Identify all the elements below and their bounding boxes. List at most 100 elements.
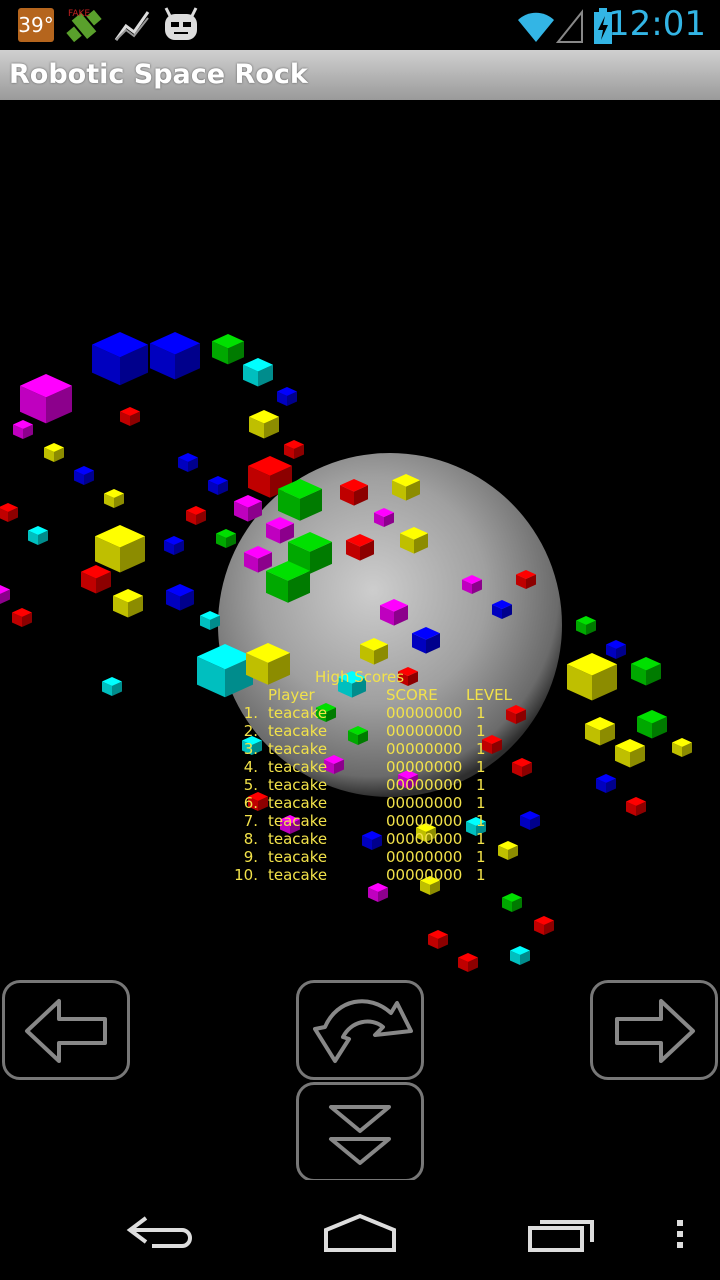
cube	[92, 332, 148, 386]
score-level: 1	[476, 740, 486, 758]
score-player: teacake	[268, 776, 328, 794]
clock: 12:01	[608, 4, 706, 44]
cube	[631, 657, 661, 686]
score-rank: 8.	[243, 830, 258, 848]
score-rank: 1.	[243, 704, 258, 722]
cube	[249, 410, 279, 439]
cube	[178, 453, 198, 472]
cube	[166, 584, 194, 611]
cube	[510, 946, 530, 965]
score-row: 2. teacake 00000000 1	[230, 722, 530, 740]
score-player: teacake	[268, 812, 328, 830]
hyperspace-button[interactable]	[296, 1082, 424, 1182]
cube	[277, 387, 297, 406]
header-level: LEVEL	[466, 686, 512, 704]
temperature-badge: 39°	[18, 8, 54, 42]
cube	[212, 334, 244, 365]
score-level: 1	[476, 866, 486, 884]
cube	[102, 677, 122, 696]
score-row: 3. teacake 00000000 1	[230, 740, 530, 758]
menu-overflow-icon[interactable]	[670, 1198, 690, 1258]
cube	[637, 710, 667, 739]
cube	[120, 407, 140, 426]
thrust-curved-arrow-icon	[313, 999, 413, 1063]
rotate-right-button[interactable]	[590, 980, 718, 1080]
cube	[502, 893, 522, 912]
score-level: 1	[476, 776, 486, 794]
score-value: 00000000	[386, 794, 463, 812]
score-row: 1. teacake 00000000 1	[230, 704, 530, 722]
score-player: teacake	[268, 704, 328, 722]
home-icon[interactable]	[322, 1198, 398, 1258]
thrust-button[interactable]	[296, 980, 424, 1080]
cube	[216, 529, 236, 548]
cube	[428, 930, 448, 949]
app-title: Robotic Space Rock	[9, 59, 308, 90]
svg-text:FAKE: FAKE	[68, 9, 90, 19]
cube	[596, 774, 616, 793]
score-rank: 7.	[243, 812, 258, 830]
score-row: 6. teacake 00000000 1	[230, 794, 530, 812]
score-rank: 4.	[243, 758, 258, 776]
score-player: teacake	[268, 830, 328, 848]
score-player: teacake	[268, 740, 328, 758]
score-row: 4. teacake 00000000 1	[230, 758, 530, 776]
cube	[164, 536, 184, 555]
back-icon[interactable]	[124, 1198, 196, 1258]
hyperspace-double-chevron-icon	[329, 1105, 391, 1165]
cube	[458, 953, 478, 972]
score-player: teacake	[268, 866, 328, 884]
score-value: 00000000	[386, 704, 463, 722]
cube	[113, 589, 143, 618]
score-level: 1	[476, 812, 486, 830]
score-level: 1	[476, 758, 486, 776]
cube	[284, 440, 304, 459]
cube	[150, 332, 200, 380]
cube	[567, 653, 617, 701]
recent-apps-icon[interactable]	[526, 1198, 598, 1258]
cube	[95, 525, 145, 573]
score-value: 00000000	[386, 758, 463, 776]
score-level: 1	[476, 794, 486, 812]
cube	[20, 374, 72, 424]
score-row: 7. teacake 00000000 1	[230, 812, 530, 830]
cube	[81, 565, 111, 594]
cube	[104, 489, 124, 508]
rotate-left-button[interactable]	[2, 980, 130, 1080]
score-level: 1	[476, 722, 486, 740]
cube	[200, 611, 220, 630]
rotate-left-arrow-icon	[25, 999, 107, 1063]
cube	[368, 883, 388, 902]
score-value: 00000000	[386, 866, 463, 884]
status-bar: 39° FAKE 12:01	[0, 0, 720, 50]
fake-gps-icon: FAKE	[66, 9, 102, 43]
rotate-right-arrow-icon	[615, 999, 695, 1063]
cube	[0, 585, 10, 604]
cyanogen-mascot-icon	[164, 7, 198, 40]
score-row: 5. teacake 00000000 1	[230, 776, 530, 794]
score-rank: 9.	[243, 848, 258, 866]
cube	[186, 506, 206, 525]
score-value: 00000000	[386, 812, 463, 830]
cube	[208, 476, 228, 495]
score-rank: 2.	[243, 722, 258, 740]
score-value: 00000000	[386, 722, 463, 740]
score-rank: 5.	[243, 776, 258, 794]
cube	[576, 616, 596, 635]
score-rank: 3.	[243, 740, 258, 758]
cube	[672, 738, 692, 757]
score-value: 00000000	[386, 740, 463, 758]
score-row: 10. teacake 00000000 1	[230, 866, 530, 884]
score-rank: 10.	[234, 866, 258, 884]
title-bar: Robotic Space Rock	[0, 50, 720, 100]
score-value: 00000000	[386, 776, 463, 794]
cube	[585, 717, 615, 746]
cube	[44, 443, 64, 462]
navigation-bar	[0, 1180, 720, 1280]
cube	[28, 526, 48, 545]
cube	[606, 640, 626, 659]
cube	[534, 916, 554, 935]
score-row: 8. teacake 00000000 1	[230, 830, 530, 848]
cube	[626, 797, 646, 816]
cube	[615, 739, 645, 768]
